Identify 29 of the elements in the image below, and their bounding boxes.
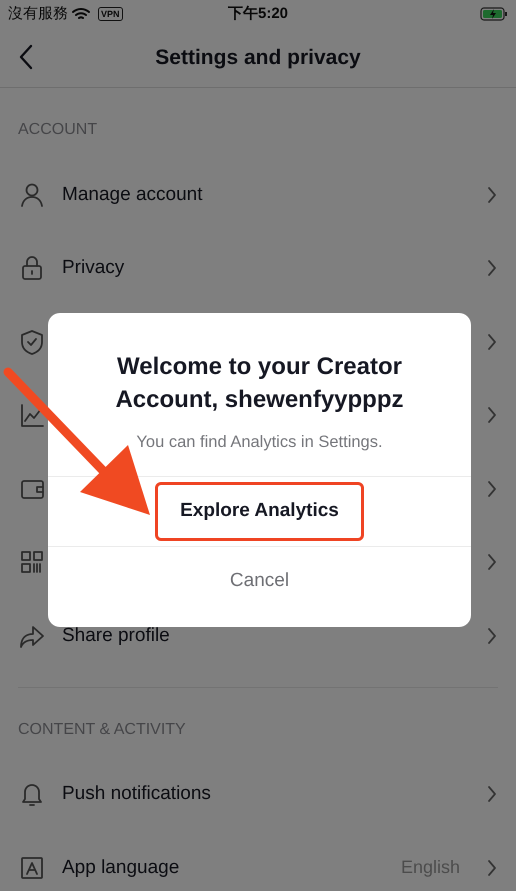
shield-icon — [18, 328, 46, 356]
dialog-title: Welcome to your Creator Account, shewenfyypppz — [114, 352, 405, 415]
status-time: 下午5:20 — [228, 4, 288, 24]
back-icon[interactable] — [18, 44, 34, 70]
chevron-right-icon — [486, 259, 498, 278]
row-label[interactable]: App language — [62, 854, 385, 882]
chevron-right-icon — [486, 626, 498, 645]
chevron-right-icon — [486, 332, 498, 351]
carrier-text: 沒有服務 — [8, 4, 68, 24]
dialog-message: You can find Analytics in Settings. — [135, 432, 384, 453]
dialog-button[interactable]: Cancel — [208, 555, 312, 608]
battery-charging-icon — [480, 7, 508, 21]
chevron-right-icon — [486, 858, 498, 877]
highlighted-button[interactable]: Explore Analytics — [155, 482, 364, 541]
page-title: Settings and privacy — [155, 44, 361, 71]
line-chart-icon — [18, 401, 46, 430]
row-label[interactable]: Manage account — [62, 180, 470, 209]
chevron-right-icon — [486, 480, 498, 498]
chevron-right-icon — [486, 406, 498, 424]
wifi-icon — [72, 7, 90, 21]
chevron-right-icon — [486, 186, 498, 204]
chevron-right-icon — [486, 553, 498, 572]
section-heading: ACCOUNT — [18, 121, 98, 138]
person-icon — [18, 180, 46, 209]
chevron-right-icon — [486, 785, 498, 804]
vpn-badge: VPN — [98, 7, 123, 21]
row-label[interactable]: Push notifications — [62, 780, 470, 808]
section-heading: CONTENT & ACTIVITY — [18, 720, 186, 738]
row-label[interactable]: Privacy — [62, 254, 470, 282]
